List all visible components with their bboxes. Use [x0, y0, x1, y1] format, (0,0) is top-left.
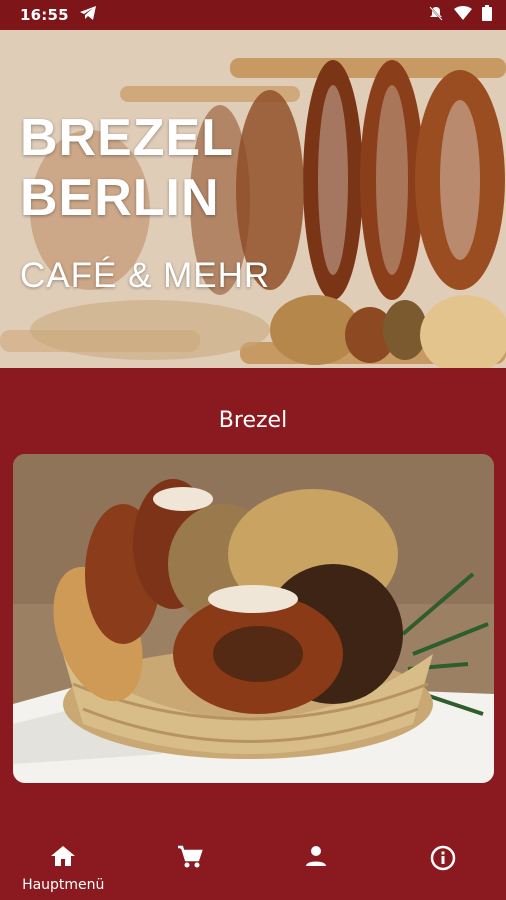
notifications-off-icon	[428, 5, 444, 25]
cart-icon	[177, 845, 203, 873]
product-card[interactable]	[13, 454, 494, 783]
nav-item-home[interactable]: Hauptmenü	[0, 835, 127, 900]
hero-title: BREZEL BERLIN	[20, 108, 234, 228]
pretzel-basket-image	[13, 454, 494, 783]
info-icon	[430, 845, 456, 875]
bottom-navigation: Hauptmenü	[0, 835, 506, 900]
person-icon	[304, 845, 328, 871]
nav-item-cart[interactable]	[127, 835, 254, 900]
battery-icon	[482, 5, 492, 25]
hero-banner: BREZEL BERLIN CAFÉ & MEHR	[0, 30, 506, 368]
hero-title-line2: BERLIN	[20, 169, 220, 227]
hero-title-line1: BREZEL	[20, 109, 234, 167]
status-time: 16:55	[20, 6, 69, 24]
nav-item-info[interactable]	[380, 835, 506, 900]
hero-subtitle: CAFÉ & MEHR	[20, 256, 271, 295]
home-icon	[50, 845, 76, 871]
wifi-icon	[454, 6, 472, 24]
telegram-icon	[79, 5, 97, 25]
nav-label-home: Hauptmenü	[22, 877, 105, 893]
nav-item-account[interactable]	[253, 835, 380, 900]
status-bar: 16:55	[0, 0, 506, 30]
section-title: Brezel	[218, 408, 288, 433]
